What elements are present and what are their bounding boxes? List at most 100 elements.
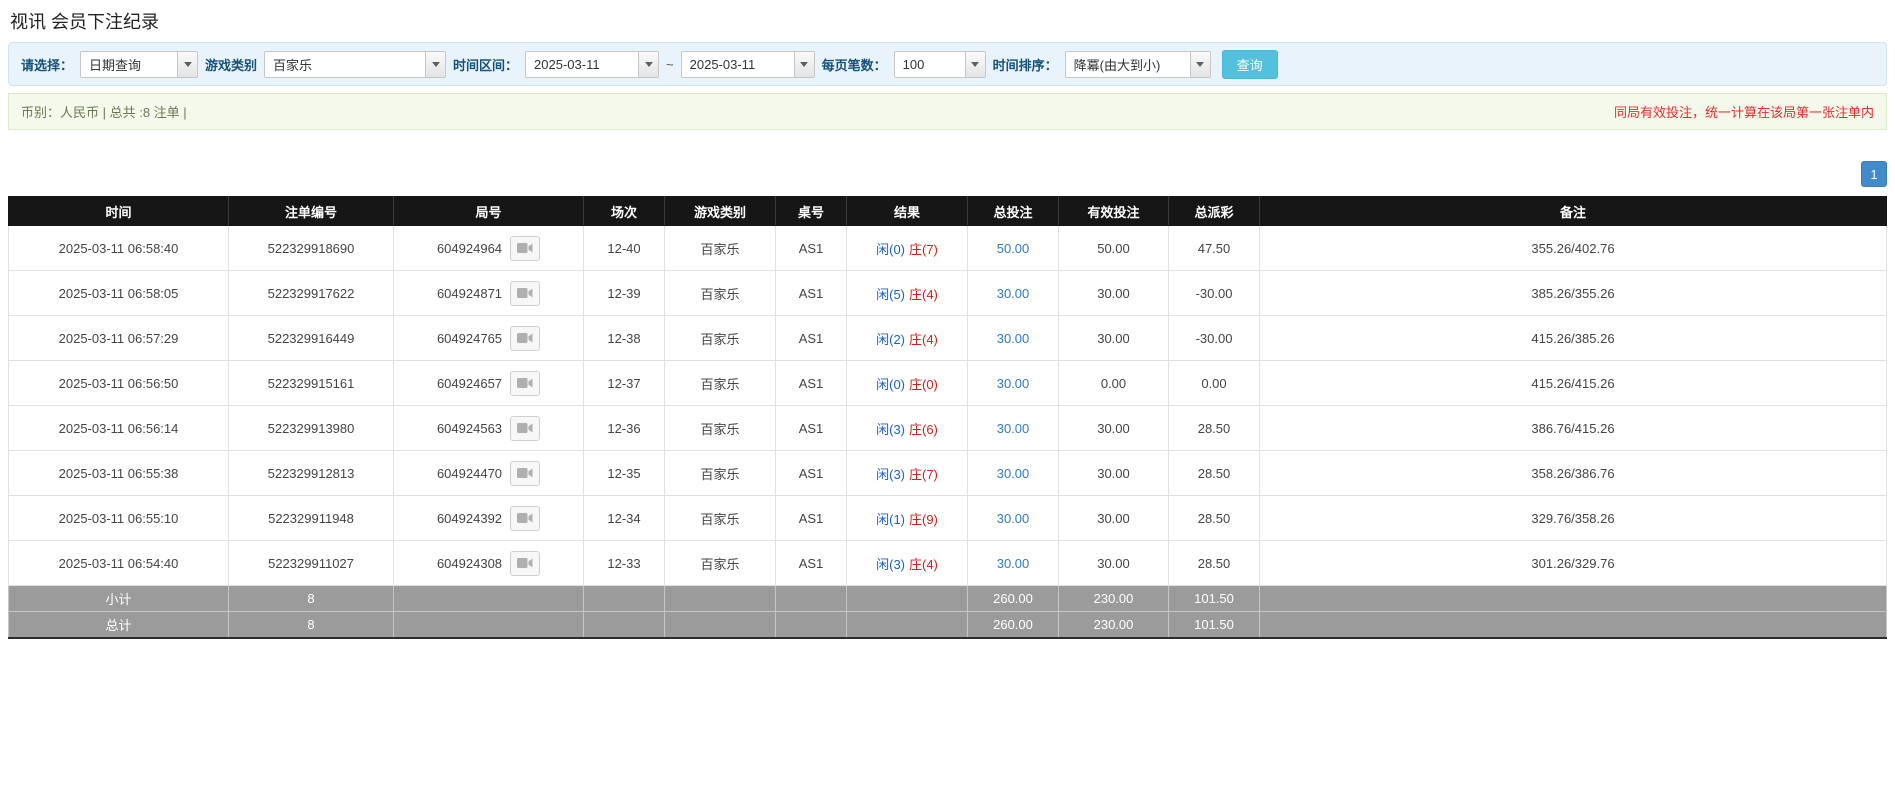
video-replay-button[interactable] (510, 280, 541, 306)
video-replay-button[interactable] (510, 235, 541, 261)
total-bet-link[interactable]: 30.00 (997, 331, 1030, 346)
cell-total-bet: 30.00 (967, 450, 1059, 496)
result-player: 闲(1) (876, 511, 905, 527)
col-header-payout: 总派彩 (1168, 196, 1260, 226)
query-type-dropdown-button[interactable] (177, 51, 198, 77)
game-type-label: 游戏类别 (205, 57, 258, 73)
video-replay-button[interactable] (510, 415, 541, 441)
table-row: 2025-03-11 06:58:40 522329918690 6049249… (8, 225, 1887, 271)
result-player: 闲(5) (876, 286, 905, 302)
total-bet-link[interactable]: 30.00 (997, 286, 1030, 301)
page-size-dropdown-button[interactable] (964, 51, 985, 77)
total-total-bet: 260.00 (967, 611, 1059, 638)
table-row: 2025-03-11 06:54:40 522329911027 6049243… (8, 540, 1887, 586)
result-banker: 庄(4) (909, 331, 938, 347)
total-bet-link[interactable]: 50.00 (997, 241, 1030, 256)
cell-payout: 28.50 (1168, 540, 1260, 586)
cell-result: 闲(1) 庄(9) (846, 495, 968, 541)
cell-note: 415.26/415.26 (1259, 360, 1887, 406)
result-banker: 庄(4) (909, 286, 938, 302)
col-header-game-type: 游戏类别 (664, 196, 776, 226)
round-id-text: 604924563 (436, 420, 503, 436)
cell-round-id: 604924765 (393, 315, 584, 361)
col-header-note: 备注 (1259, 196, 1887, 226)
total-bet-link[interactable]: 30.00 (997, 556, 1030, 571)
cell-bet-id: 522329916449 (228, 315, 394, 361)
video-camera-icon (517, 378, 533, 388)
table-row: 2025-03-11 06:56:50 522329915161 6049246… (8, 360, 1887, 406)
col-header-bet-id: 注单编号 (228, 196, 394, 226)
date-to-input[interactable] (681, 51, 794, 77)
cell-table-no: AS1 (775, 225, 847, 271)
cell-note: 386.76/415.26 (1259, 405, 1887, 451)
cell-valid-bet: 30.00 (1058, 315, 1169, 361)
sort-order-combobox[interactable] (1064, 50, 1211, 78)
cell-total-bet: 50.00 (967, 225, 1059, 271)
subtotal-label: 小计 (8, 585, 229, 612)
sort-order-input[interactable] (1065, 51, 1190, 77)
cell-payout: 47.50 (1168, 225, 1260, 271)
cell-total-bet: 30.00 (967, 270, 1059, 316)
game-type-input[interactable] (265, 51, 426, 77)
video-replay-button[interactable] (510, 370, 541, 396)
table-body: 2025-03-11 06:58:40 522329918690 6049249… (8, 225, 1887, 586)
cell-round-id: 604924657 (393, 360, 584, 406)
video-replay-button[interactable] (510, 460, 541, 486)
date-from-input[interactable] (526, 51, 639, 77)
video-replay-button[interactable] (510, 550, 541, 576)
cell-time: 2025-03-11 06:54:40 (8, 540, 229, 586)
date-to-dropdown-button[interactable] (793, 51, 814, 77)
date-to-combobox[interactable] (680, 50, 815, 78)
cell-payout: 0.00 (1168, 360, 1260, 406)
search-button[interactable]: 查询 (1221, 49, 1278, 79)
cell-valid-bet: 30.00 (1058, 540, 1169, 586)
cell-result: 闲(5) 庄(4) (846, 270, 968, 316)
cell-time: 2025-03-11 06:55:38 (8, 450, 229, 496)
sort-order-dropdown-button[interactable] (1189, 51, 1210, 77)
cell-bet-id: 522329915161 (228, 360, 394, 406)
cell-valid-bet: 30.00 (1058, 405, 1169, 451)
round-id-text: 604924470 (436, 465, 503, 481)
cell-table-no: AS1 (775, 540, 847, 586)
video-replay-button[interactable] (510, 325, 541, 351)
time-range-label: 时间区间： (453, 57, 519, 73)
table-header-row: 时间 注单编号 局号 场次 游戏类别 桌号 结果 总投注 有效投注 总派彩 备注 (8, 196, 1887, 226)
query-type-combobox[interactable] (80, 50, 199, 78)
video-replay-button[interactable] (510, 505, 541, 531)
round-id-text: 604924392 (436, 510, 503, 526)
bet-records-table: 时间 注单编号 局号 场次 游戏类别 桌号 结果 总投注 有效投注 总派彩 备注… (8, 196, 1887, 639)
cell-game-type: 百家乐 (664, 270, 776, 316)
cell-time: 2025-03-11 06:57:29 (8, 315, 229, 361)
valid-bet-note: 同局有效投注，统一计算在该局第一张注单内 (1613, 105, 1874, 120)
page-size-combobox[interactable] (893, 50, 986, 78)
game-type-combobox[interactable] (264, 50, 447, 78)
total-bet-link[interactable]: 30.00 (997, 421, 1030, 436)
cell-payout: -30.00 (1168, 270, 1260, 316)
total-bet-link[interactable]: 30.00 (997, 376, 1030, 391)
total-bet-link[interactable]: 30.00 (997, 511, 1030, 526)
game-type-dropdown-button[interactable] (425, 51, 446, 77)
cell-payout: 28.50 (1168, 405, 1260, 451)
cell-time: 2025-03-11 06:55:10 (8, 495, 229, 541)
result-banker: 庄(7) (909, 466, 938, 482)
chevron-down-icon (183, 61, 192, 67)
cell-round-id: 604924871 (393, 270, 584, 316)
cell-time: 2025-03-11 06:56:14 (8, 405, 229, 451)
cell-session: 12-39 (583, 270, 665, 316)
page-1-button[interactable]: 1 (1861, 161, 1887, 187)
result-banker: 庄(6) (909, 421, 938, 437)
cell-game-type: 百家乐 (664, 495, 776, 541)
page-size-input[interactable] (894, 51, 965, 77)
result-player: 闲(0) (876, 241, 905, 257)
date-from-dropdown-button[interactable] (638, 51, 659, 77)
query-type-label: 请选择： (21, 57, 74, 73)
query-type-input[interactable] (81, 51, 178, 77)
cell-round-id: 604924392 (393, 495, 584, 541)
cell-time: 2025-03-11 06:58:05 (8, 270, 229, 316)
total-bet-link[interactable]: 30.00 (997, 466, 1030, 481)
cell-game-type: 百家乐 (664, 315, 776, 361)
cell-bet-id: 522329917622 (228, 270, 394, 316)
cell-valid-bet: 30.00 (1058, 495, 1169, 541)
date-from-combobox[interactable] (525, 50, 660, 78)
date-range-separator: ~ (666, 56, 674, 72)
